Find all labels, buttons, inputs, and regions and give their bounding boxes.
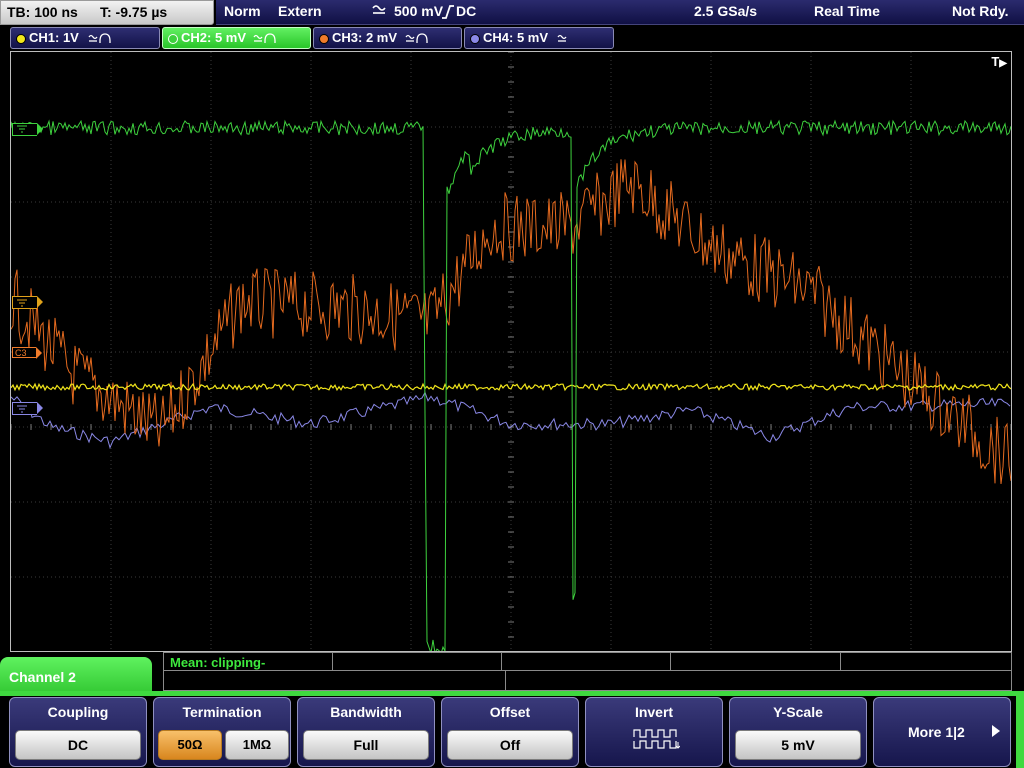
offset-softkey[interactable]: Offset Off — [441, 697, 579, 767]
more-label: More 1|2 — [908, 724, 965, 740]
channel-4-ground-icon — [17, 405, 27, 413]
measurement-row-2-right — [505, 671, 1012, 691]
offset-title: Offset — [489, 704, 531, 720]
channel-2-button[interactable]: CH2: 5 mV — [162, 27, 311, 49]
channel-2-level-marker[interactable] — [12, 123, 43, 136]
termination-1mohm-option[interactable]: 1MΩ — [225, 730, 289, 760]
y-scale-softkey[interactable]: Y-Scale 5 mV — [729, 697, 867, 767]
channel-4-coupling-icon — [557, 34, 567, 42]
channel-4-marker-tip — [37, 402, 43, 414]
channel-1-ground-icon — [17, 299, 27, 307]
top-status-bar: TB: 100 ns T: -9.75 µs Norm Extern 500 m… — [0, 0, 1024, 25]
sample-rate: 2.5 GSa/s — [694, 3, 758, 19]
trigger-coupling: DC — [456, 3, 477, 19]
trigger-mode: Norm — [224, 3, 261, 19]
channel-2-label: CH2: 5 mV — [181, 30, 247, 45]
channel-menu-title: Channel 2 — [9, 669, 76, 685]
channel-2-color-dot — [168, 34, 178, 44]
acquisition-status[interactable]: Norm Extern 500 mV DC 2.5 GSa/s Real Tim… — [216, 0, 1024, 25]
bandwidth-title: Bandwidth — [330, 704, 402, 720]
measurement-cell-2 — [332, 652, 502, 671]
coupling-title: Coupling — [47, 704, 109, 720]
y-scale-value[interactable]: 5 mV — [735, 730, 861, 760]
measurement-cell-3 — [501, 652, 671, 671]
termination-50ohm-option[interactable]: 50Ω — [158, 730, 222, 760]
channel-bar: CH1: 1V CH2: 5 mV CH3: 2 mV CH4: 5 mV — [0, 25, 1024, 50]
channel-1-button[interactable]: CH1: 1V — [10, 27, 160, 49]
timebase-value: TB: 100 ns — [7, 4, 78, 20]
bandwidth-value[interactable]: Full — [303, 730, 429, 760]
channel-1-label: CH1: 1V — [29, 30, 79, 45]
measurement-result: Mean: clipping- — [170, 655, 266, 670]
channel-3-label: CH3: 2 mV — [332, 30, 398, 45]
channel-4-button[interactable]: CH4: 5 mV — [464, 27, 614, 49]
measurement-row-2-left — [163, 671, 506, 691]
acquisition-mode: Real Time — [814, 3, 880, 19]
channel-1-marker-tip — [37, 296, 43, 308]
rising-edge-icon — [442, 5, 454, 19]
channel-3-marker-tip — [36, 347, 42, 359]
channel-3-button[interactable]: CH3: 2 mV — [313, 27, 462, 49]
invert-softkey[interactable]: Invert — [585, 697, 723, 767]
channel-2-ground-icon — [17, 125, 27, 133]
invert-title: Invert — [634, 704, 674, 720]
channel-3-color-dot — [319, 34, 329, 44]
channel-3-coupling-icon — [405, 33, 428, 43]
channel-1-coupling-icon — [88, 33, 111, 43]
channel-3-marker-label: C3 — [15, 348, 27, 358]
channel-2-coupling-icon — [253, 33, 276, 43]
channel-4-level-marker[interactable] — [12, 402, 43, 415]
coupling-softkey[interactable]: Coupling DC — [9, 697, 147, 767]
bandwidth-softkey[interactable]: Bandwidth Full — [297, 697, 435, 767]
trigger-level: 500 mV — [394, 3, 444, 19]
channel-2-marker-tip — [37, 123, 43, 135]
measurement-cell-1: Mean: clipping- — [163, 652, 333, 671]
more-arrow-icon — [992, 725, 1000, 737]
waveform-display[interactable]: T▶ — [10, 51, 1012, 652]
offset-value[interactable]: Off — [447, 730, 573, 760]
measurement-cell-5 — [840, 652, 1012, 671]
channel-1-color-dot — [16, 34, 26, 44]
channel-1-level-marker[interactable] — [12, 296, 43, 309]
channel-4-label: CH4: 5 mV — [483, 30, 549, 45]
y-scale-title: Y-Scale — [773, 704, 823, 720]
more-softkey[interactable]: More 1|2 — [873, 697, 1011, 767]
measurement-cell-4 — [670, 652, 841, 671]
trigger-state: Not Rdy. — [952, 3, 1009, 19]
coupling-value[interactable]: DC — [15, 730, 141, 760]
termination-softkey[interactable]: Termination 50Ω 1MΩ — [153, 697, 291, 767]
timebase-box[interactable]: TB: 100 ns T: -9.75 µs — [0, 0, 214, 25]
trigger-source: Extern — [278, 3, 322, 19]
ac-dc-coupling-icon — [372, 5, 386, 14]
invert-waveform-icon — [633, 729, 680, 749]
trigger-arrow-icon: ▶ — [999, 58, 1007, 69]
measurement-panel: Mean: clipping- — [163, 652, 1012, 691]
trigger-time-value: T: -9.75 µs — [100, 4, 168, 20]
channel-4-color-dot — [470, 34, 480, 44]
trigger-position-marker: T▶ — [991, 54, 1007, 69]
termination-title: Termination — [182, 704, 262, 720]
waveform-canvas — [11, 52, 1011, 651]
channel-3-level-marker[interactable]: C3 — [12, 347, 42, 359]
